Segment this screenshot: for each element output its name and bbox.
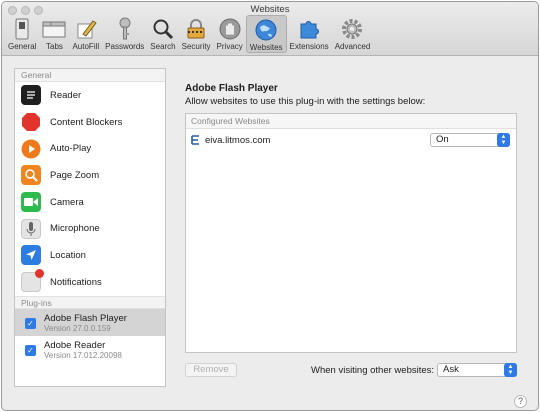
site-domain: eiva.litmos.com bbox=[205, 134, 271, 146]
configured-websites-header: Configured Websites bbox=[186, 114, 516, 129]
sidebar-item-microphone[interactable]: Microphone bbox=[15, 215, 165, 242]
tab-advanced-label: Advanced bbox=[334, 42, 371, 51]
tab-autofill-label: AutoFill bbox=[72, 42, 100, 51]
tab-tabs-label: Tabs bbox=[46, 42, 63, 51]
sidebar-item-reader[interactable]: Reader bbox=[15, 82, 165, 109]
sidebar-item-label: Notifications bbox=[50, 276, 102, 288]
sidebar: General Reader Content Blockers Auto-Pla… bbox=[14, 68, 166, 387]
plugin-enabled-checkbox[interactable]: ✓ bbox=[25, 344, 36, 356]
tab-privacy-label: Privacy bbox=[216, 42, 243, 51]
tab-search-label: Search bbox=[150, 42, 176, 51]
gear-icon bbox=[340, 17, 364, 41]
globe-icon bbox=[254, 18, 278, 42]
plugin-name: Adobe Reader bbox=[44, 339, 106, 351]
tab-security-label: Security bbox=[181, 42, 211, 51]
sidebar-item-content-blockers[interactable]: Content Blockers bbox=[15, 109, 165, 136]
tab-tabs[interactable]: Tabs bbox=[39, 15, 69, 53]
tab-security[interactable]: Security bbox=[179, 15, 214, 53]
chevron-up-down-icon: ▲ ▼ bbox=[504, 363, 517, 377]
table-row[interactable]: eiva.litmos.com On ▲ ▼ bbox=[186, 129, 516, 151]
switch-icon bbox=[10, 17, 34, 41]
help-button[interactable]: ? bbox=[514, 395, 527, 408]
sidebar-item-page-zoom[interactable]: Page Zoom bbox=[15, 162, 165, 189]
sidebar-item-camera[interactable]: Camera bbox=[15, 189, 165, 216]
puzzle-icon bbox=[297, 17, 321, 41]
plugin-item-adobe-reader[interactable]: ✓ Adobe Reader Version 17.012.20098 bbox=[15, 336, 165, 363]
tab-websites[interactable]: Websites bbox=[245, 15, 287, 53]
site-setting-value: On bbox=[436, 134, 449, 145]
preferences-window: Websites General Tabs AutoFill Passwords… bbox=[1, 1, 539, 411]
configured-websites-table: Configured Websites eiva.litmos.com On ▲… bbox=[185, 113, 517, 353]
sidebar-general-header: General bbox=[15, 69, 165, 82]
tab-passwords[interactable]: Passwords bbox=[102, 15, 147, 53]
other-websites-label: When visiting other websites: bbox=[311, 365, 435, 376]
tab-extensions[interactable]: Extensions bbox=[287, 15, 332, 53]
tab-autofill[interactable]: AutoFill bbox=[69, 15, 102, 53]
site-setting-select[interactable]: On ▲ ▼ bbox=[430, 133, 510, 147]
other-websites-value: Ask bbox=[443, 364, 459, 375]
sidebar-item-label: Location bbox=[50, 249, 86, 261]
preferences-toolbar: General Tabs AutoFill Passwords Search S… bbox=[5, 15, 373, 55]
stop-sign-icon bbox=[21, 112, 41, 132]
plugin-version: Version 27.0.0.159 bbox=[44, 323, 111, 333]
title-bar: Websites General Tabs AutoFill Passwords… bbox=[2, 2, 538, 56]
window-title: Websites bbox=[250, 4, 290, 15]
location-arrow-icon bbox=[21, 245, 41, 266]
tab-search[interactable]: Search bbox=[147, 15, 178, 53]
notification-icon bbox=[21, 269, 44, 293]
sidebar-item-notifications[interactable]: Notifications bbox=[15, 269, 165, 296]
sidebar-item-label: Reader bbox=[50, 89, 82, 101]
remove-button[interactable]: Remove bbox=[185, 363, 237, 377]
tab-websites-label: Websites bbox=[249, 43, 283, 52]
site-favicon-icon bbox=[190, 135, 200, 145]
reader-icon bbox=[21, 85, 41, 106]
sidebar-item-location[interactable]: Location bbox=[15, 242, 165, 269]
magnifier-icon bbox=[151, 17, 175, 41]
tabs-icon bbox=[42, 17, 66, 41]
microphone-icon bbox=[21, 218, 41, 239]
tab-advanced[interactable]: Advanced bbox=[332, 15, 374, 53]
tab-general[interactable]: General bbox=[5, 15, 39, 53]
other-websites-select[interactable]: Ask ▲ ▼ bbox=[437, 363, 517, 377]
plugin-name: Adobe Flash Player bbox=[44, 312, 127, 324]
padlock-icon bbox=[184, 17, 208, 41]
sidebar-plugins-header: Plug-ins bbox=[15, 295, 165, 309]
play-icon bbox=[21, 139, 41, 159]
tab-privacy[interactable]: Privacy bbox=[214, 15, 246, 53]
pencil-icon bbox=[74, 17, 98, 41]
chevron-up-down-icon: ▲ ▼ bbox=[497, 133, 510, 147]
sidebar-item-label: Microphone bbox=[50, 223, 100, 235]
tab-extensions-label: Extensions bbox=[289, 42, 329, 51]
plugin-enabled-checkbox[interactable]: ✓ bbox=[25, 317, 36, 329]
tab-passwords-label: Passwords bbox=[105, 42, 145, 51]
sidebar-item-label: Camera bbox=[50, 196, 84, 208]
tab-general-label: General bbox=[8, 42, 37, 51]
panel-title: Adobe Flash Player bbox=[185, 83, 278, 94]
camera-icon bbox=[21, 192, 41, 213]
zoom-icon bbox=[21, 165, 41, 186]
sidebar-item-label: Auto-Play bbox=[50, 143, 92, 155]
plugin-item-adobe-flash-player[interactable]: ✓ Adobe Flash Player Version 27.0.0.159 bbox=[15, 308, 165, 336]
panel-description: Allow websites to use this plug-in with … bbox=[185, 96, 426, 107]
sidebar-item-label: Page Zoom bbox=[50, 169, 100, 181]
plugin-version: Version 17.012.20098 bbox=[44, 350, 122, 360]
sidebar-item-auto-play[interactable]: Auto-Play bbox=[15, 135, 165, 162]
key-icon bbox=[113, 17, 137, 41]
hand-icon bbox=[218, 17, 242, 41]
notification-badge bbox=[35, 269, 44, 279]
sidebar-item-label: Content Blockers bbox=[50, 116, 123, 128]
